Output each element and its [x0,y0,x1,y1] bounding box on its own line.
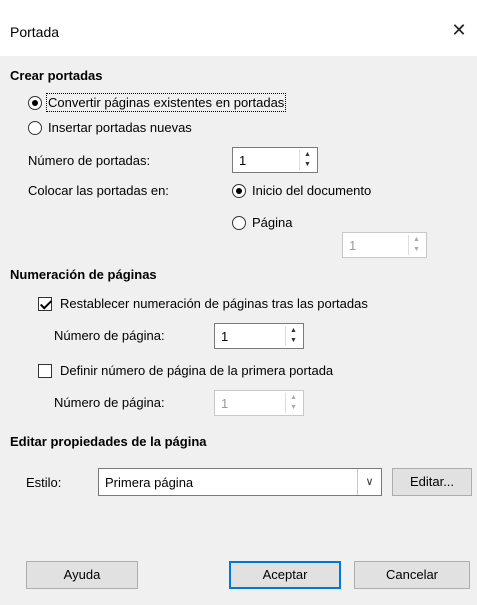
count-value: 1 [239,153,247,168]
help-button[interactable]: Ayuda [26,561,138,589]
define-checkbox[interactable] [38,364,52,378]
reset-page-spinbox[interactable]: 1 ▲ ▼ [214,323,304,349]
chevron-down-icon[interactable]: ∨ [357,469,381,495]
page-value: 1 [349,238,357,253]
section-heading-numbering: Numeración de páginas [10,267,157,282]
start-radio[interactable] [232,184,246,198]
define-label[interactable]: Definir número de página de la primera p… [60,363,333,378]
convert-radio[interactable] [28,96,42,110]
reset-page-label: Número de página: [54,328,165,343]
define-page-spinbox[interactable]: 1 ▲ ▼ [214,390,304,416]
section-heading-create: Crear portadas [10,68,103,83]
spin-down-icon[interactable]: ▼ [409,245,424,255]
insert-radio[interactable] [28,121,42,135]
spin-up-icon[interactable]: ▲ [300,150,315,160]
cancel-button[interactable]: Cancelar [354,561,470,589]
page-label[interactable]: Página [252,215,292,230]
place-label: Colocar las portadas en: [28,183,169,198]
spin-up-icon[interactable]: ▲ [286,393,301,403]
start-label[interactable]: Inicio del documento [252,183,371,198]
ok-button[interactable]: Aceptar [229,561,341,589]
page-spinbox[interactable]: 1 ▲ ▼ [342,232,427,258]
edit-style-button[interactable]: Editar... [392,468,472,496]
style-combobox[interactable]: Primera página ∨ [98,468,382,496]
reset-page-value: 1 [221,329,229,344]
reset-label[interactable]: Restablecer numeración de páginas tras l… [60,296,368,311]
dialog-titlebar: Portada ✕ [0,0,477,64]
count-spinbox[interactable]: 1 ▲ ▼ [232,147,318,173]
convert-label[interactable]: Convertir páginas existentes en portadas [45,93,287,112]
define-page-label: Número de página: [54,395,165,410]
count-label: Número de portadas: [28,153,151,168]
dialog-title: Portada [10,24,60,40]
page-radio[interactable] [232,216,246,230]
style-label: Estilo: [26,475,62,490]
spin-down-icon[interactable]: ▼ [300,160,315,170]
insert-label[interactable]: Insertar portadas nuevas [48,120,192,135]
dialog-content: Crear portadas Convertir páginas existen… [0,56,477,605]
define-page-value: 1 [221,396,229,411]
close-icon[interactable]: ✕ [449,20,469,40]
spin-up-icon[interactable]: ▲ [409,235,424,245]
spin-down-icon[interactable]: ▼ [286,403,301,413]
section-heading-style: Editar propiedades de la página [10,434,207,449]
spin-down-icon[interactable]: ▼ [286,336,301,346]
reset-checkbox[interactable] [38,297,52,311]
spin-up-icon[interactable]: ▲ [286,326,301,336]
style-value: Primera página [105,475,194,490]
